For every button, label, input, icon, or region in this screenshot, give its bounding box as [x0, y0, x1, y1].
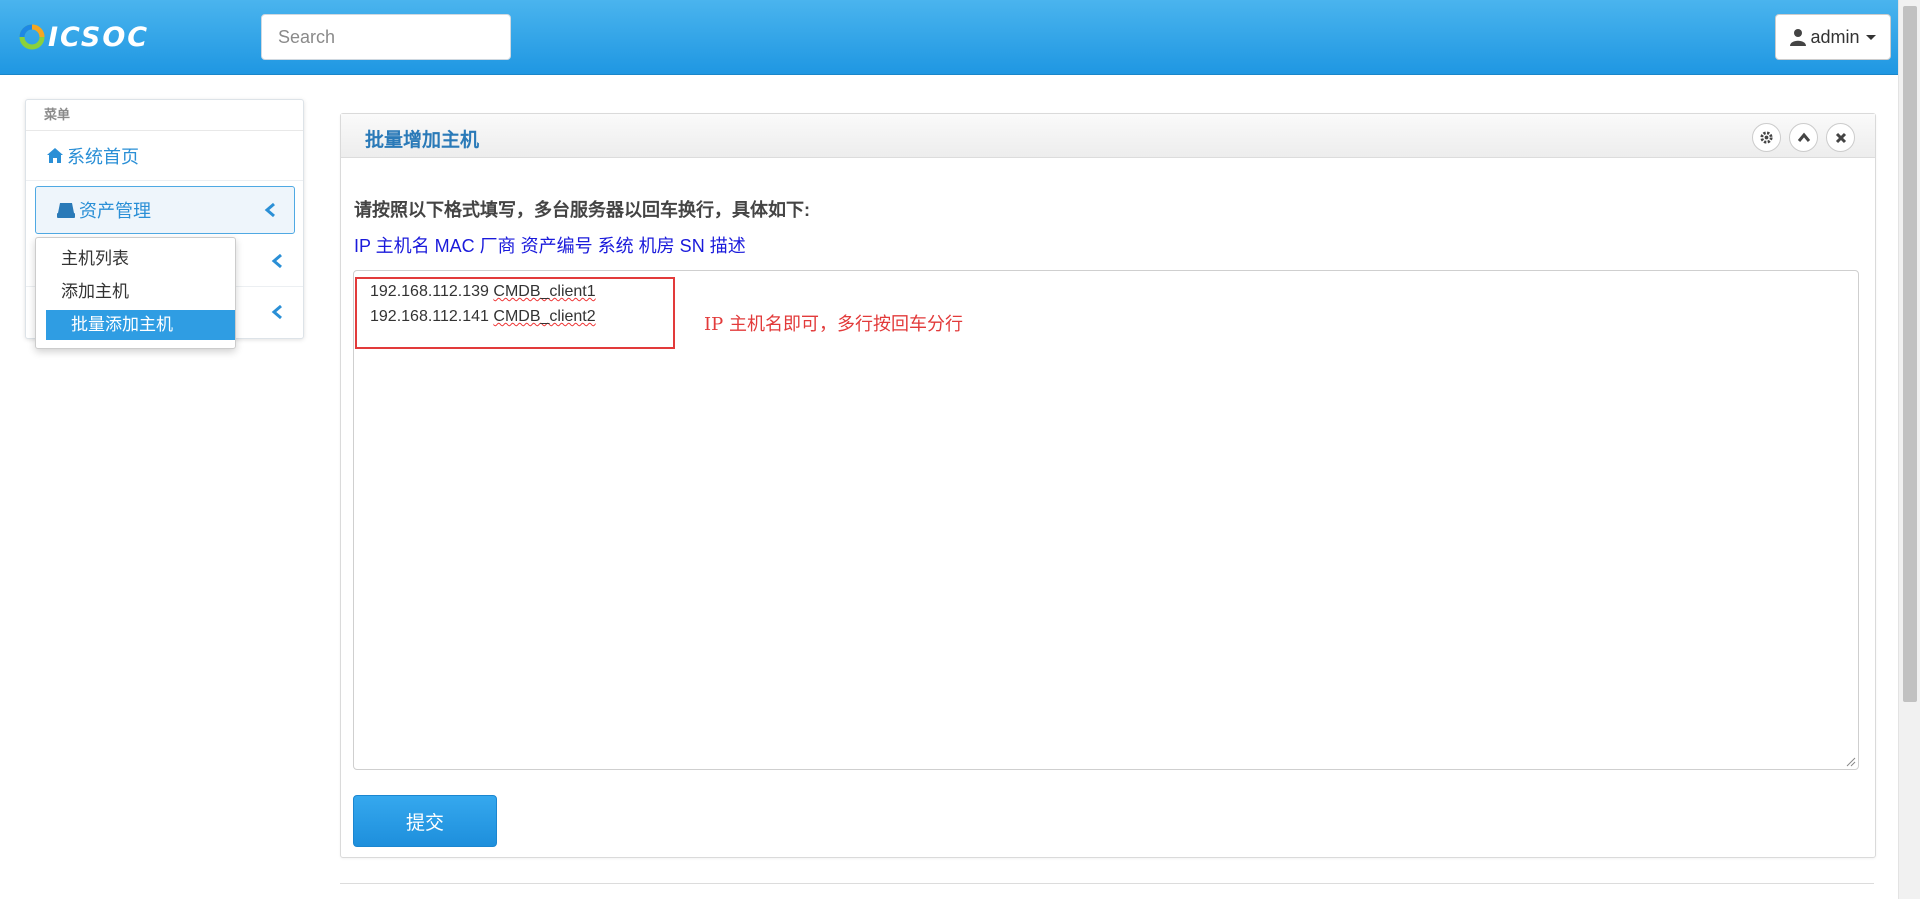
- panel-tools: [1752, 123, 1855, 152]
- scrollbar-thumb[interactable]: [1903, 6, 1917, 702]
- home-icon: [47, 148, 63, 163]
- caret-down-icon: [1865, 34, 1876, 40]
- sidebar-item-asset-management[interactable]: 资产管理: [35, 186, 295, 234]
- logo[interactable]: ICSOC: [18, 20, 149, 54]
- panel-header: 批量增加主机: [341, 114, 1875, 158]
- close-icon: [1835, 132, 1846, 143]
- user-name: admin: [1810, 26, 1860, 47]
- annotation-text: IP 主机名即可，多行按回车分行: [704, 314, 963, 335]
- logo-text: ICSOC: [48, 21, 150, 53]
- submenu-item-add-host[interactable]: 添加主机: [36, 277, 235, 307]
- sidebar-item-label: 系统首页: [67, 146, 139, 167]
- logo-icon: [19, 24, 45, 50]
- batch-add-panel: 批量增加主机 请按照以下格式填写，多台服务器以回车换行，具体如下: IP 主机名…: [340, 113, 1876, 858]
- chevron-left-icon: [271, 304, 282, 320]
- submenu-item-host-list[interactable]: 主机列表: [36, 244, 235, 274]
- sidebar-item-label: 资产管理: [79, 201, 151, 221]
- submenu-item-batch-add-host[interactable]: 批量添加主机: [46, 310, 235, 340]
- hdd-icon: [57, 202, 75, 218]
- settings-button[interactable]: [1752, 123, 1781, 152]
- top-navbar: ICSOC admin: [0, 0, 1898, 75]
- sidebar-header: 菜单: [26, 100, 303, 131]
- user-icon: [1790, 29, 1807, 46]
- collapse-button[interactable]: [1789, 123, 1818, 152]
- instructions-text: 请按照以下格式填写，多台服务器以回车换行，具体如下:: [354, 200, 810, 220]
- highlight-box: [355, 277, 675, 349]
- close-button[interactable]: [1826, 123, 1855, 152]
- chevron-up-icon: [1797, 132, 1810, 142]
- page-scrollbar[interactable]: [1898, 0, 1920, 899]
- user-menu-button[interactable]: admin: [1775, 14, 1891, 60]
- chevron-left-icon: [264, 202, 275, 218]
- divider: [340, 883, 1874, 884]
- chevron-left-icon: [271, 253, 282, 269]
- panel-title: 批量增加主机: [365, 130, 480, 151]
- gear-icon: [1760, 131, 1773, 144]
- resize-handle-icon[interactable]: [1846, 757, 1856, 767]
- sidebar-item-home[interactable]: 系统首页: [26, 131, 303, 181]
- asset-submenu: 主机列表 添加主机 批量添加主机: [35, 237, 236, 349]
- field-format-text: IP 主机名 MAC 厂商 资产编号 系统 机房 SN 描述: [354, 236, 746, 256]
- search-input[interactable]: [261, 14, 511, 60]
- submit-button[interactable]: 提交: [353, 795, 497, 847]
